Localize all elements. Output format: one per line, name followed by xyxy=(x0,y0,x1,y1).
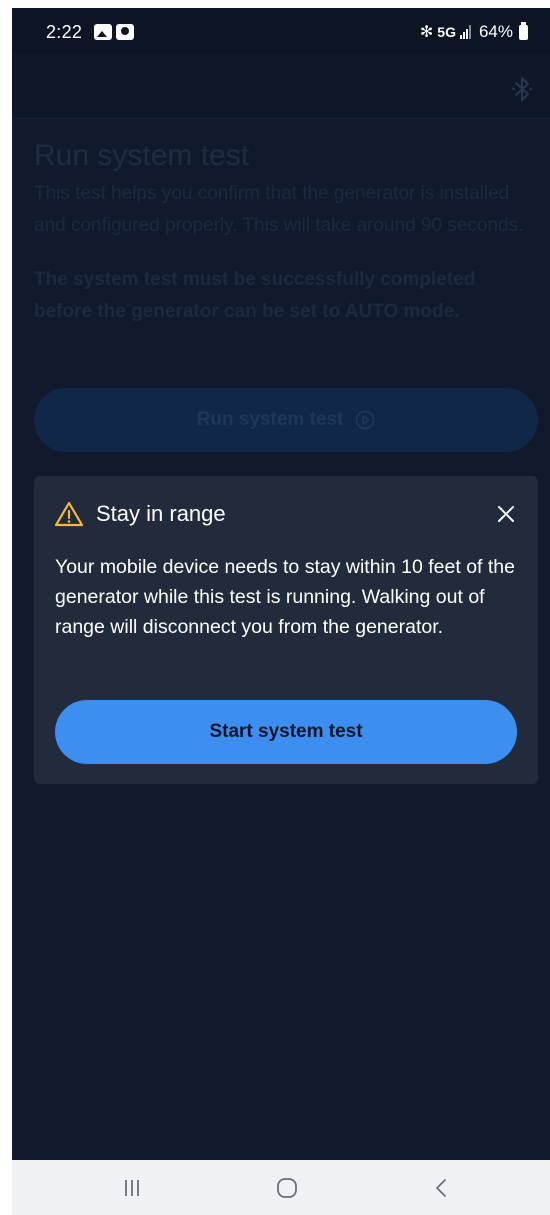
start-system-test-button[interactable]: Start system test xyxy=(55,700,517,764)
page-description: This test helps you confirm that the gen… xyxy=(34,183,524,236)
bluetooth-status-icon: ✻ xyxy=(419,24,434,41)
page-title: Run system test xyxy=(34,139,250,172)
network-type: 5G xyxy=(437,24,456,40)
play-circle-icon xyxy=(355,410,375,430)
signal-icon xyxy=(459,25,471,39)
battery-icon xyxy=(519,21,528,40)
status-indicators: ✻ 5G 64% xyxy=(419,21,528,42)
back-icon xyxy=(436,1179,446,1197)
page-content: Run system test This test helps you conf… xyxy=(34,138,524,328)
app-bar xyxy=(12,54,550,119)
recents-icon xyxy=(125,1180,139,1196)
auto-mode-warning: The system test must be successfully com… xyxy=(34,269,476,322)
dialog-message: Your mobile device needs to stay within … xyxy=(55,556,515,638)
status-bar: 2:22 ✻ 5G 64% xyxy=(12,8,550,54)
close-icon xyxy=(498,506,514,522)
battery-percentage: 64% xyxy=(478,22,513,41)
back-button[interactable] xyxy=(412,1168,472,1208)
home-icon xyxy=(277,1178,297,1198)
close-dialog-button[interactable] xyxy=(494,502,518,526)
run-button-label: Run system test xyxy=(196,409,344,430)
avatar-notification-icon xyxy=(116,24,134,40)
dialog-title: Stay in range xyxy=(96,501,226,526)
recents-button[interactable] xyxy=(102,1168,162,1208)
status-time: 2:22 xyxy=(46,22,83,42)
stay-in-range-dialog: Stay in range Your mobile device needs t… xyxy=(34,476,538,784)
home-button[interactable] xyxy=(257,1168,317,1208)
dialog-header: Stay in range xyxy=(54,498,518,530)
phone-screen: 2:22 ✻ 5G 64% Run system test This test … xyxy=(12,8,550,1215)
bluetooth-icon[interactable] xyxy=(512,76,532,102)
warning-icon xyxy=(54,501,84,527)
run-system-test-button[interactable]: Run system test xyxy=(34,388,538,452)
system-nav-bar xyxy=(12,1160,550,1215)
gallery-notification-icon xyxy=(94,24,112,40)
